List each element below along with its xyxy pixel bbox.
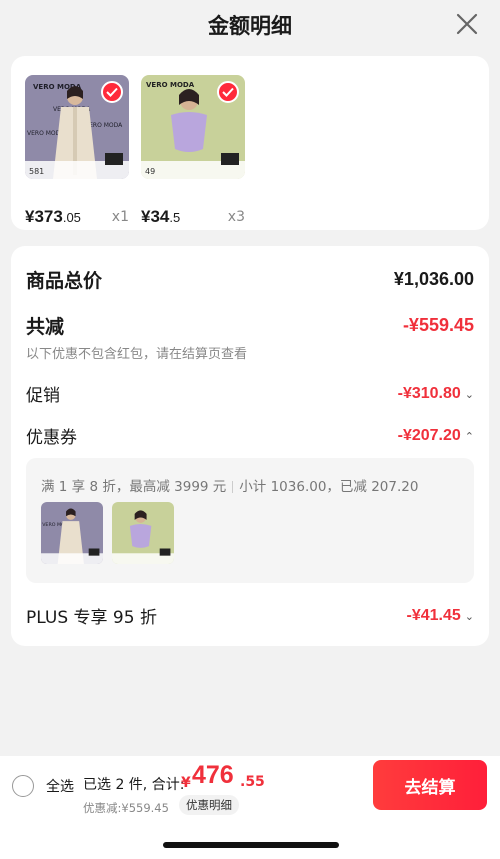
selected-count-text: 已选 2 件, 合计: bbox=[83, 777, 185, 793]
price-detail-card: 商品总价 ¥1,036.00 共减 -¥559.45 以下优惠不包含红包，请在结… bbox=[11, 246, 489, 646]
product-image-2: VERO MODA 49 bbox=[141, 75, 245, 179]
product-1-price: ¥373.05 bbox=[25, 207, 81, 226]
close-icon[interactable] bbox=[454, 11, 480, 37]
plus-discount-row[interactable]: PLUS 专享 95 折 -¥41.45 ⌄ bbox=[26, 603, 474, 629]
select-all-radio[interactable] bbox=[12, 775, 34, 797]
total-discount-value: -¥559.45 bbox=[402, 315, 474, 335]
total-currency: ¥ bbox=[181, 775, 191, 791]
total-discount-label: 共减 bbox=[26, 316, 65, 338]
product-1-checkbox[interactable] bbox=[101, 81, 123, 103]
plus-discount-label: PLUS 专享 95 折 bbox=[26, 608, 157, 628]
coupon-label: 优惠券 bbox=[26, 428, 77, 448]
coupon-row[interactable]: 优惠券 -¥207.20 ⌃ bbox=[26, 423, 474, 449]
product-image-1: VERO MODA VERO MODA VERO MODA VERO MODA … bbox=[25, 75, 129, 179]
total-amount-int: 476 bbox=[192, 761, 234, 789]
chevron-down-icon: ⌄ bbox=[464, 610, 474, 623]
promotion-label: 促销 bbox=[26, 386, 60, 406]
chevron-down-icon: ⌄ bbox=[464, 388, 474, 401]
goods-total-label: 商品总价 bbox=[26, 270, 103, 292]
plus-discount-value: -¥41.45 ⌄ bbox=[406, 606, 474, 624]
promotion-row[interactable]: 促销 -¥310.80 ⌄ bbox=[26, 381, 474, 407]
product-2-brand: VERO MODA bbox=[146, 81, 195, 89]
bottom-discount-note: 优惠减:¥559.45 bbox=[83, 801, 169, 815]
goods-total-value: ¥1,036.00 bbox=[393, 269, 474, 289]
product-2-tag-price: 49 bbox=[145, 167, 155, 176]
product-2-price: ¥34.5 bbox=[141, 207, 181, 226]
coupon-description: 满 1 享 8 折，最高减 3999 元小计 1036.00，已减 207.20 bbox=[41, 479, 419, 495]
checkout-bar: 全选 已选 2 件, 合计: ¥ 476 .55 优惠减:¥559.45 优惠明… bbox=[0, 756, 500, 859]
product-item-1[interactable]: VERO MODA VERO MODA VERO MODA VERO MODA … bbox=[25, 75, 129, 226]
product-item-2[interactable]: VERO MODA 49 ¥34.5 x3 bbox=[141, 75, 245, 226]
selected-products-card: VERO MODA VERO MODA VERO MODA VERO MODA … bbox=[11, 56, 489, 230]
discount-detail-button[interactable]: 优惠明细 bbox=[179, 795, 239, 815]
checkout-button[interactable]: 去结算 bbox=[373, 760, 487, 810]
coupon-value: -¥207.20 ⌃ bbox=[397, 426, 474, 444]
promotion-value: -¥310.80 ⌄ bbox=[397, 384, 474, 402]
discount-note: 以下优惠不包含红包，请在结算页查看 bbox=[26, 347, 248, 362]
coupon-product-thumb-1: VERO MODA bbox=[41, 502, 103, 564]
product-2-quantity: x3 bbox=[227, 209, 245, 225]
total-amount-dec: .55 bbox=[240, 774, 265, 790]
product-1-tag-price: 581 bbox=[29, 167, 44, 176]
home-indicator bbox=[163, 842, 339, 848]
total-discount-row: 共减 -¥559.45 bbox=[26, 312, 474, 339]
coupon-product-thumb-2 bbox=[112, 502, 174, 564]
chevron-up-icon: ⌃ bbox=[464, 430, 474, 443]
page-title: 金额明细 bbox=[208, 14, 292, 38]
product-1-quantity: x1 bbox=[111, 209, 129, 225]
select-all-label[interactable]: 全选 bbox=[46, 776, 74, 796]
header: 金额明细 bbox=[0, 0, 500, 50]
product-2-checkbox[interactable] bbox=[217, 81, 239, 103]
goods-total-row: 商品总价 ¥1,036.00 bbox=[26, 266, 474, 293]
coupon-detail-box: 满 1 享 8 折，最高减 3999 元小计 1036.00，已减 207.20… bbox=[26, 458, 474, 583]
